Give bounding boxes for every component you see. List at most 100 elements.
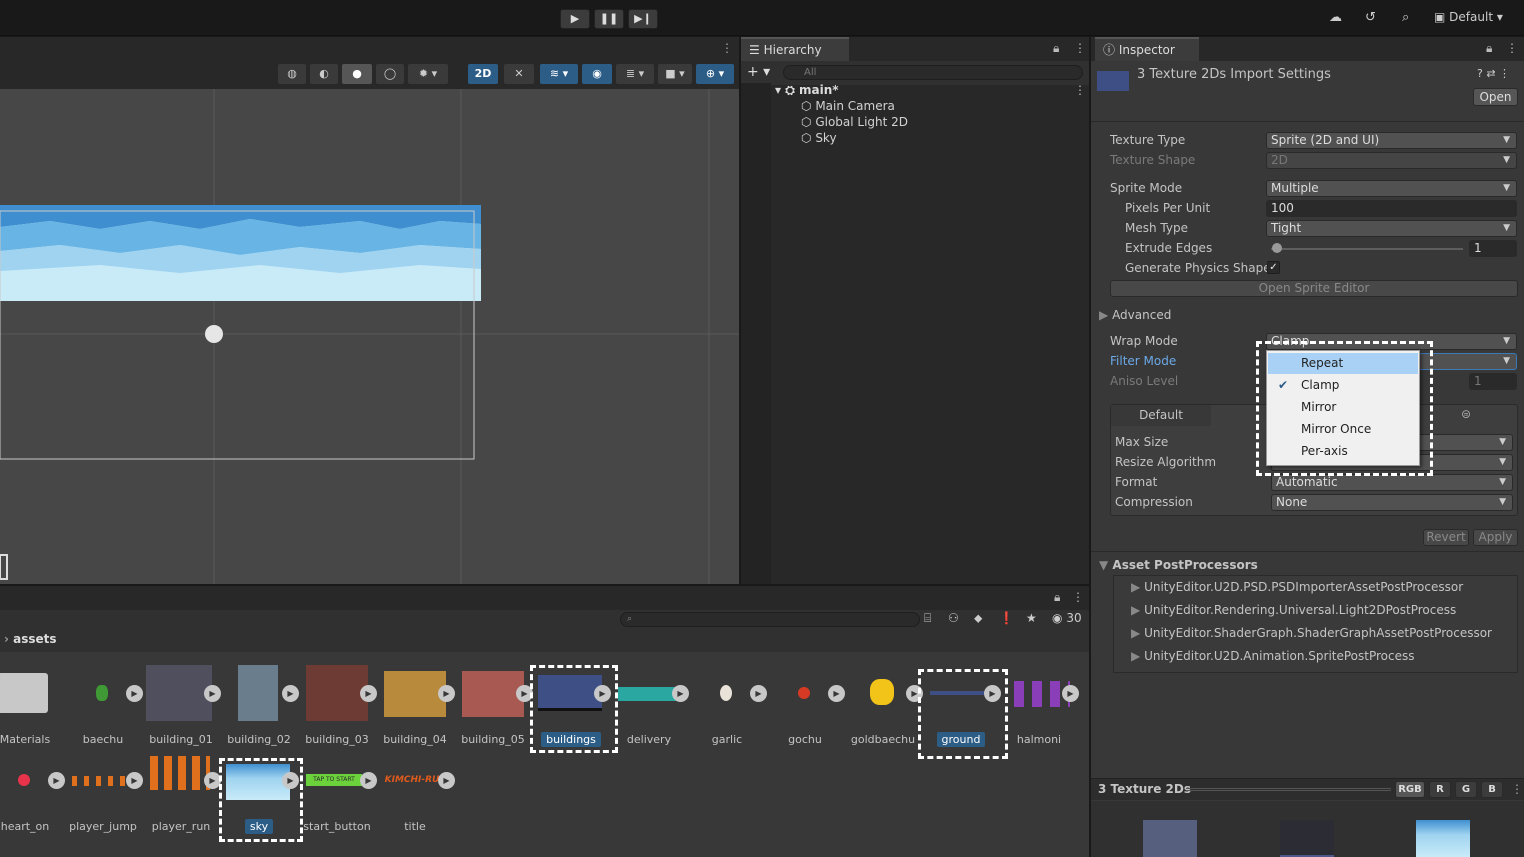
lock-icon[interactable]: 🔒︎ [1053, 41, 1059, 56]
tab-inspector[interactable]: ⓘ Inspector [1095, 37, 1199, 61]
asset-baechu[interactable]: ▶ baechu [64, 665, 143, 753]
slider-handle[interactable] [1272, 243, 1282, 253]
expand-icon[interactable]: ▶ [1062, 685, 1079, 702]
lighting-toggle-icon[interactable]: ✕ [504, 64, 534, 84]
expand-icon[interactable]: ▶ [282, 772, 299, 789]
expand-icon[interactable]: ▶ [672, 685, 689, 702]
asset-goldbaechu[interactable]: ▶ goldbaechu [844, 665, 923, 753]
extrude-edges-slider[interactable] [1271, 248, 1463, 250]
mode-2d-button[interactable]: 2D [468, 64, 498, 84]
channel-r-button[interactable]: R [1429, 781, 1451, 798]
breadcrumb[interactable]: › assets [4, 632, 57, 646]
expand-icon[interactable]: ▶ [984, 685, 1001, 702]
search-icon[interactable]: ⌕ [1402, 10, 1409, 25]
asset-building-01[interactable]: ▶ building_01 [142, 665, 221, 753]
expand-icon[interactable]: ▶ [48, 772, 65, 789]
expand-icon[interactable]: ▶ [438, 772, 455, 789]
scene-root-item[interactable]: ▾ ⛭ main* [775, 83, 839, 98]
extrude-edges-input[interactable]: 1 [1469, 240, 1517, 257]
asset-start-button[interactable]: TAP TO START ▶ start_button [298, 752, 377, 840]
asset-building-02[interactable]: ▶ building_02 [220, 665, 299, 753]
standalone-platform-icon[interactable]: ⊜ [1461, 407, 1471, 421]
expand-icon[interactable]: ▶ [204, 685, 221, 702]
shading-unlit-icon[interactable]: ◯ [376, 64, 404, 84]
postprocessor-item[interactable]: ▶ UnityEditor.U2D.Animation.SpritePostPr… [1131, 649, 1415, 663]
asset-gochu[interactable]: ▶ gochu [766, 665, 845, 753]
audio-effects-icon[interactable]: ≋ ▾ [540, 64, 578, 84]
postprocessor-item[interactable]: ▶ UnityEditor.U2D.PSD.PSDImporterAssetPo… [1131, 580, 1463, 594]
lock-icon[interactable]: 🔒︎ [1054, 590, 1060, 605]
label-icon[interactable]: ⬥ [974, 611, 982, 626]
pixels-per-unit-input[interactable]: 100 [1266, 200, 1517, 217]
history-icon[interactable]: ↺ [1365, 10, 1376, 25]
lock-icon[interactable]: 🔒︎ [1486, 41, 1492, 56]
asset-building-03[interactable]: ▶ building_03 [298, 665, 377, 753]
hierarchy-item-sky[interactable]: ⬡ Sky [801, 131, 837, 145]
preview-menu-icon[interactable]: ⋮ [1511, 782, 1523, 796]
scene-view[interactable]: ⋮ ◍ ◐ ● ◯ ✹ ▾ 2D ✕ ≋ ▾ ◉ ≣ ▾ ■ ▾ ⊕ ▾ [0, 37, 739, 584]
scene-menu-icon[interactable]: ⋮ [1074, 83, 1086, 97]
expand-icon[interactable]: ▶ [750, 685, 767, 702]
layers-icon[interactable]: ≣ ▾ [616, 64, 654, 84]
asset-building-05[interactable]: ▶ building_05 [454, 665, 533, 753]
visibility-icon[interactable]: ◉ [582, 64, 612, 84]
hierarchy-item-global-light[interactable]: ⬡ Global Light 2D [801, 115, 908, 129]
expand-icon[interactable]: ▶ [828, 685, 845, 702]
help-icon[interactable]: ? ⇄ ⋮ [1477, 67, 1510, 80]
channel-rgb-button[interactable]: RGB [1395, 781, 1425, 798]
shading-shaded-wire-icon[interactable]: ◐ [310, 64, 338, 84]
gizmos-icon[interactable]: ⊕ ▾ [696, 64, 734, 84]
tab-platform-default[interactable]: Default [1111, 405, 1211, 426]
asset-player-run[interactable]: ▶ player_run [142, 752, 221, 840]
hierarchy-search-input[interactable]: All [783, 65, 1083, 80]
expand-icon[interactable]: ▶ [126, 772, 143, 789]
cloud-icon[interactable]: ☁ [1329, 10, 1342, 25]
open-sprite-editor-button[interactable]: Open Sprite Editor [1110, 280, 1518, 297]
format-dropdown[interactable]: Automatic ▼ [1271, 474, 1513, 491]
asset-heart-on[interactable]: ▶ heart_on [0, 752, 65, 840]
asset-title[interactable]: KIMCHI-RU ▶ title [376, 752, 455, 840]
expand-icon[interactable]: ▶ [360, 772, 377, 789]
expand-icon[interactable]: ▶ [438, 685, 455, 702]
shading-wireframe-icon[interactable]: ◍ [278, 64, 306, 84]
apply-button[interactable]: Apply [1473, 529, 1518, 546]
visibility-count[interactable]: ◉ 30 [1052, 611, 1082, 625]
asset-ground[interactable]: ▶ ground [922, 665, 1001, 753]
revert-button[interactable]: Revert [1423, 529, 1469, 546]
menu-item-clamp[interactable]: ✔ Clamp [1268, 375, 1418, 396]
expand-icon[interactable]: ▶ [126, 685, 143, 702]
channel-b-button[interactable]: B [1481, 781, 1503, 798]
open-button[interactable]: Open [1473, 88, 1518, 106]
asset-delivery[interactable]: ▶ delivery [610, 665, 689, 753]
hierarchy-item-main-camera[interactable]: ⬡ Main Camera [801, 99, 895, 113]
asset-garlic[interactable]: ▶ garlic [688, 665, 767, 753]
asset-materials[interactable]: Materials [0, 665, 64, 753]
filter-icon[interactable]: ⚇ [948, 611, 959, 625]
search-by-type-icon[interactable]: ⌸ [924, 611, 931, 626]
sprite-mode-dropdown[interactable]: Multiple ▼ [1266, 180, 1517, 197]
advanced-foldout[interactable]: ▶ Advanced [1099, 308, 1171, 322]
pause-button[interactable]: ❚❚ [594, 9, 624, 29]
hierarchy-menu-icon[interactable]: ⋮ [1074, 41, 1086, 55]
debug-draw-icon[interactable]: ✹ ▾ [408, 64, 448, 84]
asset-building-04[interactable]: ▶ building_04 [376, 665, 455, 753]
project-menu-icon[interactable]: ⋮ [1072, 590, 1084, 604]
layout-dropdown[interactable]: ▣ Default ▾ [1434, 10, 1503, 24]
add-button[interactable]: + ▾ [747, 64, 770, 80]
asset-buildings[interactable]: ▶ buildings [532, 665, 611, 753]
warning-icon[interactable]: ❗ [999, 611, 1014, 625]
menu-item-mirror[interactable]: Mirror [1268, 397, 1418, 418]
shading-shaded-icon[interactable]: ● [342, 64, 372, 84]
channel-g-button[interactable]: G [1455, 781, 1477, 798]
tab-hierarchy[interactable]: ☰ Hierarchy [741, 37, 849, 61]
asset-halmoni[interactable]: ▶ halmoni [1000, 665, 1079, 753]
play-button[interactable]: ▶ [560, 9, 590, 29]
postprocessor-item[interactable]: ▶ UnityEditor.ShaderGraph.ShaderGraphAss… [1131, 626, 1492, 640]
mesh-type-dropdown[interactable]: Tight ▼ [1266, 220, 1517, 237]
postprocessors-foldout[interactable]: ▼ Asset PostProcessors [1099, 558, 1258, 572]
menu-item-per-axis[interactable]: Per-axis [1268, 441, 1418, 462]
expand-icon[interactable]: ▶ [360, 685, 377, 702]
generate-physics-shape-checkbox[interactable]: ✓ [1267, 261, 1280, 274]
menu-item-repeat[interactable]: Repeat [1268, 353, 1418, 374]
favorite-icon[interactable]: ★ [1026, 611, 1037, 625]
